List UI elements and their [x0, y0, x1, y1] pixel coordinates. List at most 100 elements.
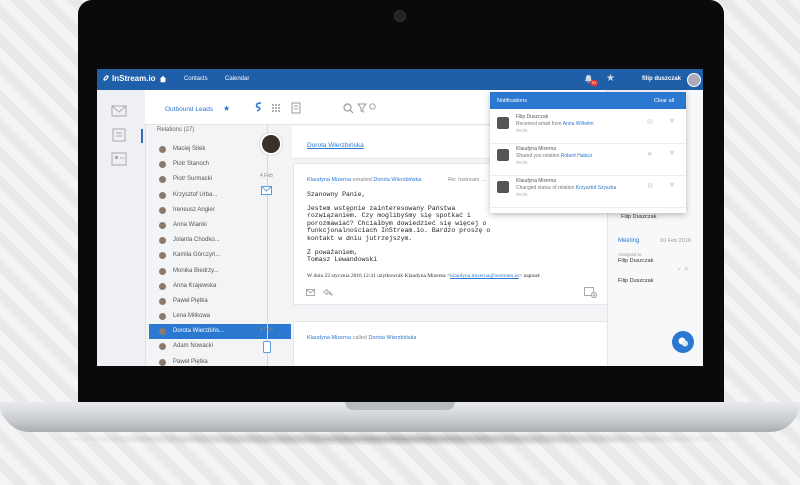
filter-icon[interactable]: [357, 103, 367, 113]
relation-item[interactable]: Jolanta Chodko...: [149, 233, 291, 248]
timeline-date: 4 Feb: [260, 327, 273, 333]
webcam: [394, 10, 406, 22]
relation-name: Lena Mitkowa: [173, 313, 211, 320]
relation-avatar: [159, 343, 166, 351]
quote-email[interactable]: klaudyna.mizerna@instream.io: [450, 273, 519, 279]
email-body: Szanowny Panie, Jestem wstępnie zaintere…: [307, 191, 507, 264]
brand[interactable]: InStream.io: [102, 74, 156, 83]
call-recipient[interactable]: Dorota Wierzbińska: [368, 335, 416, 341]
notification-link[interactable]: Anna Wilhelm: [563, 121, 594, 127]
leads-title[interactable]: Outbound Leads: [165, 106, 213, 113]
notification-author: Filip Duszczak: [516, 114, 549, 120]
favorite-star-icon[interactable]: ★: [223, 104, 230, 113]
relation-item[interactable]: Anna Wianki: [149, 218, 291, 233]
document-icon[interactable]: [291, 102, 301, 114]
notification-type-icon: ➤: [647, 151, 653, 158]
search-icon[interactable]: [343, 103, 354, 114]
relation-name: Piotr Surmacki: [173, 176, 213, 183]
nav-contacts[interactable]: Contacts: [184, 76, 208, 82]
relation-item[interactable]: Piotr Stanoch: [149, 157, 291, 172]
notification-item[interactable]: Klaudyna Mizerna Changed status of relati…: [490, 175, 686, 208]
clear-all-button[interactable]: Clear all: [654, 98, 674, 104]
top-bar: InStream.io Contacts Calendar 91 ★ filip…: [97, 69, 703, 90]
email-sender[interactable]: Klaudyna Mizerna: [307, 177, 351, 183]
relation-avatar: [159, 313, 166, 321]
email-verb: emailed: [352, 177, 372, 183]
relation-item[interactable]: Monika Biedrzy...: [149, 264, 291, 279]
relation-name: Paweł Piętka: [173, 297, 208, 304]
call-meta: Klaudyna Mizerna called Dorota Wierzbińs…: [307, 335, 416, 341]
grid-icon[interactable]: [271, 103, 281, 113]
relation-avatar: [159, 328, 166, 336]
relation-avatar: [159, 161, 166, 169]
email-meta: Klaudyna Mizerna emailed Dorota Wierzbiń…: [307, 177, 421, 183]
notification-item[interactable]: Filip Duszczak Received email from Anna W…: [490, 111, 686, 144]
quote-end: > napisał:: [518, 273, 541, 279]
email-text: Jestem wstępnie zainteresowany Państwa r…: [307, 204, 491, 242]
contacts-icon[interactable]: [111, 128, 127, 142]
timeline-mail-icon: [261, 186, 272, 195]
close-icon[interactable]: ✕: [669, 117, 675, 125]
user-name[interactable]: filip duszczak: [642, 76, 681, 82]
notification-link[interactable]: Krzysztof Szyszka: [576, 185, 617, 191]
contact-avatar: [260, 133, 282, 155]
reply-all-icon[interactable]: [323, 289, 333, 296]
notification-message: Received email from: [516, 121, 563, 127]
close-icon[interactable]: ✕: [669, 181, 675, 189]
notification-item[interactable]: Klaudyna Mizerna Shared you relation Robe…: [490, 143, 686, 176]
relations-heading: Relations (27): [157, 127, 195, 133]
notification-badge: 91: [590, 80, 598, 86]
instream-icon[interactable]: [254, 101, 264, 113]
panel-owner: Filip Duszczak: [621, 214, 657, 220]
close-icon[interactable]: ✕: [669, 149, 675, 157]
relation-name: Maciej Sitek: [173, 146, 206, 152]
logo-icon: [103, 75, 109, 81]
relation-name: Adam Nowacki: [173, 343, 214, 350]
relation-item[interactable]: Paweł Piętka: [149, 294, 291, 309]
add-attachment-icon[interactable]: [584, 287, 597, 298]
call-verb: called: [352, 335, 367, 341]
tasks-icon[interactable]: [111, 152, 127, 166]
relation-name: Paweł Piętka: [173, 358, 208, 365]
settings-icon[interactable]: [368, 102, 377, 111]
relation-avatar: [159, 267, 166, 275]
relation-item[interactable]: Ireneusz Angier: [149, 203, 291, 218]
relation-name: Anna Wianki: [173, 221, 207, 228]
email-signature: Tomasz Lewandowski: [307, 256, 378, 264]
email-recipient[interactable]: Dorota Wierzbińska: [373, 177, 421, 183]
chat-button[interactable]: [672, 331, 694, 353]
relation-avatar: [159, 221, 166, 229]
notification-link[interactable]: Robert Halacz: [561, 153, 593, 159]
reply-mail-icon[interactable]: [306, 289, 315, 296]
app-screen: InStream.io Contacts Calendar 91 ★ filip…: [97, 69, 703, 366]
relation-avatar: [159, 176, 166, 184]
relation-avatar: [159, 252, 166, 260]
nav-calendar[interactable]: Calendar: [225, 76, 249, 82]
contact-name[interactable]: Dorota Wierzbińska: [307, 142, 364, 149]
assigned-name: Filip Duszczak: [618, 258, 654, 264]
timeline-date: 4 Feb: [260, 173, 273, 179]
email-quote: W dniu 22 stycznia 2016 12:41 użytkownik…: [307, 273, 541, 279]
call-sender[interactable]: Klaudyna Mizerna: [307, 335, 351, 341]
notification-time: 00:00: [516, 128, 528, 133]
brand-name: InStream.io: [112, 74, 156, 83]
relation-item[interactable]: Lena Mitkowa: [149, 309, 291, 324]
home-icon[interactable]: [159, 75, 167, 83]
check-icon[interactable]: ✓ ✕: [677, 266, 689, 273]
relation-item[interactable]: Anna Krajewska: [149, 279, 291, 294]
notifications-title: Notifications: [497, 98, 527, 104]
user-avatar[interactable]: [687, 73, 701, 87]
star-icon[interactable]: ★: [606, 73, 615, 84]
mail-icon[interactable]: [111, 104, 127, 118]
relation-avatar: [159, 206, 166, 214]
relation-name: Dorota Wierzbińs...: [173, 328, 225, 335]
relation-name: Anna Krajewska: [173, 282, 217, 289]
relation-item[interactable]: Paweł Piętka: [149, 355, 291, 366]
meeting-label[interactable]: Meeting: [618, 238, 639, 244]
meeting-date: 10 Feb 2016: [660, 238, 691, 244]
notification-message: Shared you relation: [516, 153, 561, 159]
relation-name: Monika Biedrzy...: [173, 267, 219, 274]
notification-avatar: [497, 149, 509, 161]
email-greeting: Szanowny Panie,: [307, 191, 366, 198]
relation-item[interactable]: Kamila Górczyń...: [149, 248, 291, 263]
